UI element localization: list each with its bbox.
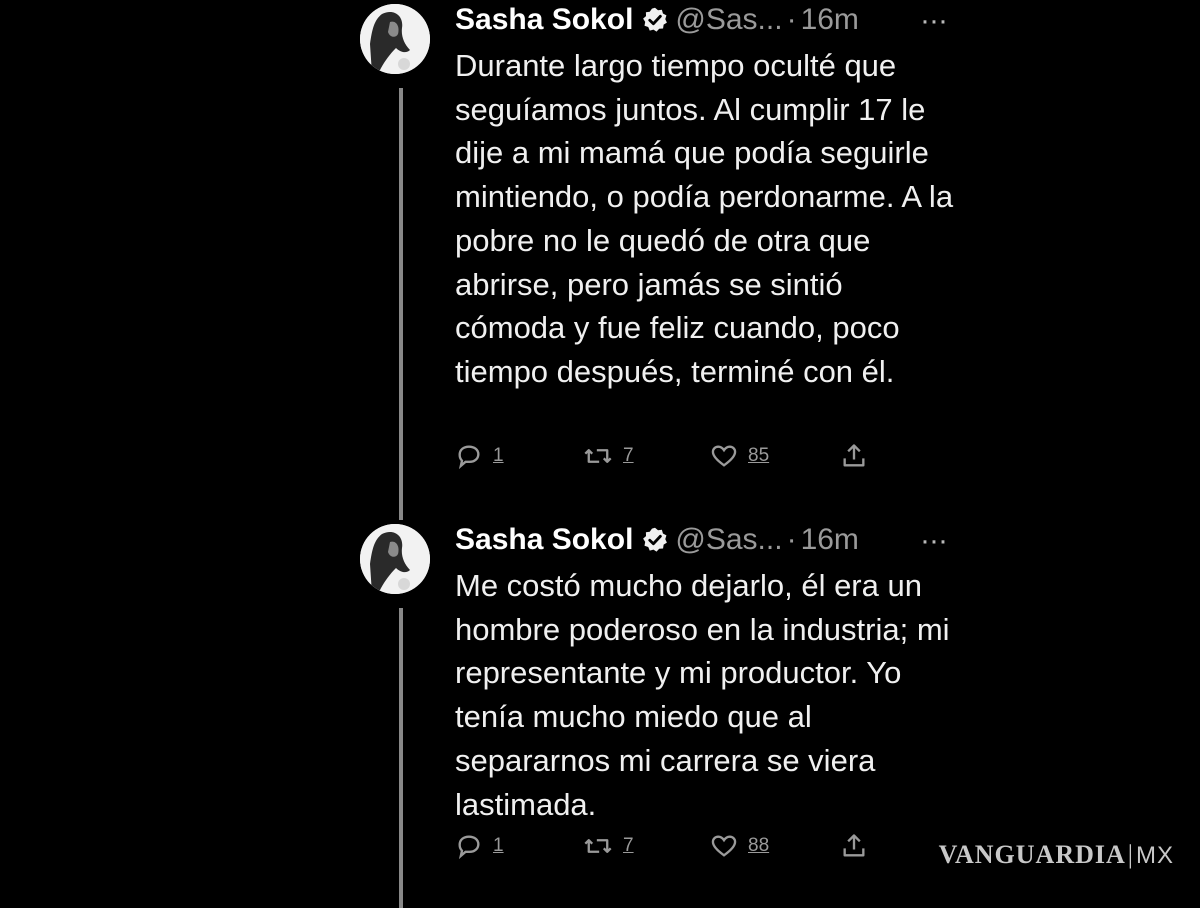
reply-icon: [455, 442, 483, 470]
more-options-icon[interactable]: ···: [920, 524, 948, 558]
reply-icon: [455, 832, 483, 860]
separator-dot: ·: [786, 3, 797, 36]
author-name[interactable]: Sasha Sokol: [455, 523, 633, 557]
retweet-count: 7: [623, 445, 634, 466]
like-button[interactable]: 85: [710, 441, 769, 471]
heart-icon: [710, 442, 738, 470]
author-handle[interactable]: @Sas...: [675, 523, 782, 557]
reply-button[interactable]: 1: [455, 831, 504, 861]
share-icon: [840, 832, 868, 860]
watermark-logo: VANGUARDIA|MX: [939, 840, 1174, 870]
reply-count: 1: [493, 445, 504, 466]
timestamp[interactable]: 16m: [801, 3, 859, 37]
like-count: 85: [748, 445, 770, 466]
heart-icon: [710, 832, 738, 860]
tweet-text: Durante largo tiempo oculté que seguíamo…: [455, 48, 954, 389]
more-options-icon[interactable]: ···: [920, 4, 948, 38]
retweet-button[interactable]: 7: [583, 831, 634, 861]
avatar[interactable]: [360, 4, 430, 74]
retweet-button[interactable]: 7: [583, 441, 634, 471]
tweet-header: Sasha Sokol @Sas... · 16m: [455, 520, 859, 560]
tweet-text: Me costó mucho dejarlo, él era un hombre…: [455, 568, 950, 822]
tweet-header: Sasha Sokol @Sas... · 16m: [455, 0, 859, 40]
watermark-brand: VANGUARDIA: [938, 840, 1126, 869]
like-count: 88: [748, 835, 770, 856]
author-handle[interactable]: @Sas...: [675, 3, 782, 37]
share-icon: [840, 442, 868, 470]
thread-line: [399, 88, 403, 520]
retweet-icon: [583, 832, 613, 860]
retweet-count: 7: [623, 835, 634, 856]
author-name[interactable]: Sasha Sokol: [455, 3, 633, 37]
avatar[interactable]: [360, 524, 430, 594]
verified-badge-icon: [641, 6, 669, 34]
share-button[interactable]: [840, 831, 868, 861]
reply-button[interactable]: 1: [455, 441, 504, 471]
share-button[interactable]: [840, 441, 868, 471]
watermark-suffix: MX: [1136, 842, 1174, 869]
reply-count: 1: [493, 835, 504, 856]
like-button[interactable]: 88: [710, 831, 769, 861]
thread-line: [399, 608, 403, 908]
watermark-separator: |: [1127, 840, 1134, 869]
timestamp[interactable]: 16m: [801, 523, 859, 557]
verified-badge-icon: [641, 526, 669, 554]
separator-dot: ·: [786, 523, 797, 556]
retweet-icon: [583, 442, 613, 470]
